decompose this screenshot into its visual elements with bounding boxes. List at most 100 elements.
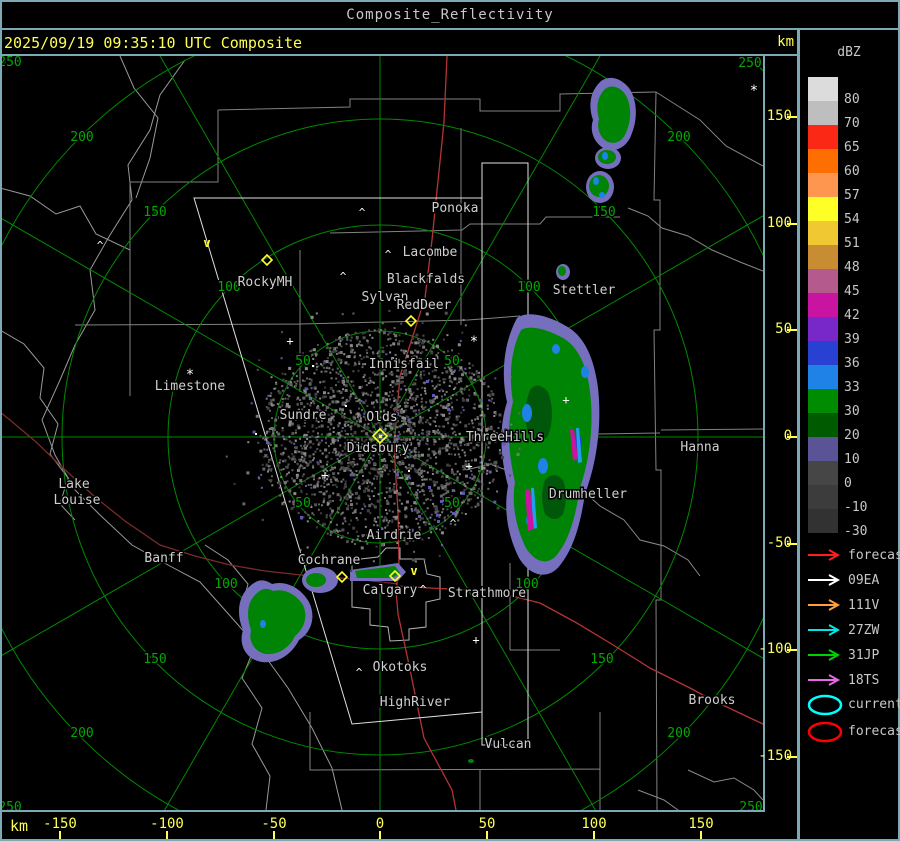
clutter-pixel: [317, 481, 319, 483]
clutter-pixel: [395, 354, 397, 356]
range-ring-label: 150: [143, 652, 166, 667]
clutter-pixel: [366, 543, 368, 545]
clutter-pixel: [353, 364, 355, 366]
clutter-pixel: [420, 508, 422, 510]
clutter-pixel: [258, 476, 260, 478]
clutter-pixel: [335, 409, 338, 412]
clutter-pixel: [381, 400, 384, 403]
clutter-pixel: [421, 464, 423, 466]
clutter-pixel: [354, 423, 356, 425]
clutter-pixel: [377, 524, 379, 526]
clutter-pixel: [455, 513, 458, 516]
clutter-pixel: [466, 495, 468, 497]
clutter-pixel: [432, 470, 434, 472]
clutter-pixel: [501, 456, 504, 459]
clutter-pixel: [289, 457, 291, 459]
clutter-pixel: [332, 369, 334, 371]
clutter-pixel: [364, 464, 367, 467]
clutter-pixel: [387, 522, 389, 524]
clutter-pixel: [303, 473, 305, 475]
clutter-pixel: [462, 406, 464, 408]
clutter-pixel: [336, 433, 338, 435]
clutter-pixel: [340, 499, 342, 501]
clutter-pixel: [282, 373, 284, 375]
bottom-axis-tick-label: 150: [677, 816, 725, 832]
clutter-pixel: [358, 363, 360, 365]
clutter-pixel: [347, 433, 349, 435]
clutter-pixel: [407, 467, 410, 470]
clutter-pixel: [493, 402, 495, 404]
clutter-pixel: [325, 370, 327, 372]
clutter-pixel: [294, 461, 296, 463]
clutter-pixel: [430, 351, 433, 354]
clutter-pixel: [346, 497, 349, 500]
clutter-pixel: [268, 420, 270, 422]
clutter-pixel: [484, 382, 486, 384]
caret-marker: ^: [359, 206, 366, 219]
clutter-pixel: [342, 427, 344, 429]
clutter-pixel: [392, 469, 394, 471]
clutter-pixel: [462, 399, 465, 402]
clutter-pixel: [425, 524, 427, 526]
right-axis-tick-label: 50: [752, 321, 792, 337]
clutter-pixel: [359, 540, 361, 542]
clutter-pixel: [378, 493, 380, 495]
clutter-pixel: [356, 503, 358, 505]
clutter-pixel: [411, 510, 413, 512]
clutter-pixel: [350, 428, 352, 430]
clutter-pixel: [419, 440, 421, 442]
clutter-pixel: [438, 377, 440, 379]
clutter-pixel: [401, 460, 403, 462]
clutter-pixel: [402, 340, 404, 342]
radar-map-svg[interactable]: 5050505010010010010015015015015020020020…: [2, 56, 763, 810]
clutter-pixel: [376, 478, 378, 480]
clutter-pixel: [365, 393, 367, 395]
clutter-pixel: [487, 488, 489, 490]
clutter-pixel: [299, 399, 301, 401]
clutter-pixel: [486, 473, 488, 475]
range-ring-label: 250: [2, 800, 22, 810]
clutter-pixel: [432, 468, 434, 470]
clutter-pixel: [338, 343, 341, 346]
clutter-pixel: [356, 338, 358, 340]
clutter-pixel: [327, 357, 329, 359]
clutter-pixel: [340, 462, 343, 465]
clutter-pixel: [469, 372, 471, 374]
clutter-pixel: [361, 546, 364, 549]
clutter-pixel: [382, 377, 384, 379]
clutter-pixel: [328, 445, 330, 447]
clutter-pixel: [426, 419, 428, 421]
clutter-pixel: [339, 495, 341, 497]
clutter-pixel: [326, 514, 328, 516]
clutter-pixel: [457, 471, 459, 473]
clutter-pixel: [314, 393, 317, 396]
clutter-pixel: [340, 375, 342, 377]
clutter-pixel: [353, 356, 355, 358]
clutter-pixel: [382, 397, 385, 400]
clutter-pixel: [312, 358, 314, 360]
clutter-pixel: [419, 344, 421, 346]
clutter-pixel: [271, 376, 273, 378]
clutter-pixel: [449, 385, 451, 387]
clutter-pixel: [439, 380, 441, 382]
clutter-pixel: [270, 480, 272, 482]
clutter-pixel: [430, 406, 432, 408]
scale-label-10: 10: [844, 452, 884, 467]
clutter-pixel: [462, 481, 464, 483]
clutter-pixel: [368, 504, 371, 507]
radar-map-area[interactable]: 5050505010010010010015015015015020020020…: [2, 56, 763, 810]
clutter-pixel: [410, 493, 412, 495]
clutter-pixel: [337, 507, 340, 510]
foothill-boundary: [2, 188, 130, 250]
city-label-banff: Banff: [144, 551, 183, 566]
clutter-pixel: [382, 520, 384, 522]
clutter-pixel: [361, 358, 363, 360]
clutter-pixel: [281, 444, 283, 446]
clutter-pixel: [335, 378, 337, 380]
scale-label-80: 80: [844, 92, 884, 107]
clutter-pixel: [420, 394, 422, 396]
clutter-pixel: [390, 426, 393, 429]
clutter-pixel: [461, 373, 464, 376]
clutter-pixel: [259, 450, 262, 453]
clutter-pixel: [278, 391, 281, 394]
